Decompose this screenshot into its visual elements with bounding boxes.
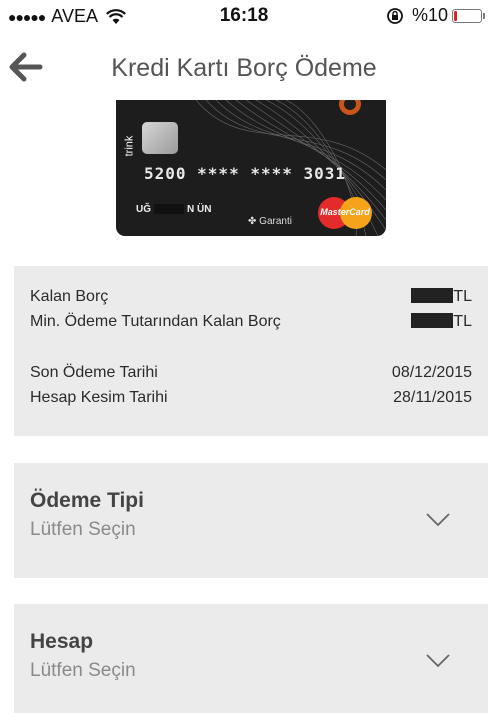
payment-type-dropdown[interactable]: Ödeme Tipi Lütfen Seçin	[14, 463, 488, 578]
status-bar: ●●●●● AVEA 16:18 %10	[0, 0, 488, 32]
statement-date-row: Hesap Kesim Tarihi 28/11/2015	[30, 389, 472, 411]
rotation-lock-icon	[387, 7, 403, 24]
battery-level	[454, 10, 457, 21]
payment-type-value: Lütfen Seçin	[30, 519, 136, 540]
battery-percentage: %10	[411, 5, 448, 25]
due-date-value: 08/12/2015	[391, 364, 472, 381]
redacted-amount	[411, 288, 454, 303]
page-title: Kredi Kartı Borç Ödeme	[111, 54, 377, 82]
card-chip	[142, 122, 178, 154]
credit-card-image: trink 5200 **** **** 3031 UĞ N ÜN ✤ Garan…	[116, 100, 386, 236]
min-payment-value: TL	[411, 313, 472, 331]
remaining-debt-row: Kalan Borç TL	[30, 288, 472, 310]
account-value: Lütfen Seçin	[30, 660, 136, 681]
redacted-block	[154, 204, 184, 215]
chevron-down-icon	[426, 654, 450, 668]
due-date-label: Son Ödeme Tarihi	[30, 364, 158, 381]
status-right: %10	[386, 5, 485, 26]
payment-type-title: Ödeme Tipi	[30, 489, 144, 512]
header: Kredi Kartı Borç Ödeme	[0, 44, 488, 92]
bank-name: ✤ Garanti	[248, 216, 292, 227]
currency-unit: TL	[453, 313, 472, 330]
remaining-debt-label: Kalan Borç	[30, 288, 109, 305]
bank-logo-icon: ✤	[248, 216, 257, 227]
redacted-amount	[411, 313, 454, 328]
account-dropdown[interactable]: Hesap Lütfen Seçin	[14, 604, 488, 713]
debt-summary-panel: Kalan Borç TL Min. Ödeme Tutarından Kala…	[14, 266, 488, 436]
card-holder-name: UĞ N ÜN	[136, 204, 211, 215]
account-title: Hesap	[30, 630, 94, 653]
bank-name-label: Garanti	[259, 216, 292, 227]
min-payment-label: Min. Ödeme Tutarından Kalan Borç	[30, 313, 281, 330]
battery-icon	[452, 8, 485, 23]
card-brand-label: trink	[123, 135, 136, 157]
card-holder-start: UĞ	[136, 204, 151, 215]
remaining-debt-value: TL	[411, 288, 472, 306]
chevron-down-icon	[426, 513, 450, 527]
mastercard-logo: MasterCard	[314, 195, 376, 231]
card-number: 5200 **** **** 3031	[144, 164, 347, 183]
currency-unit: TL	[453, 288, 472, 305]
statement-date-value: 28/11/2015	[393, 389, 472, 406]
due-date-row: Son Ödeme Tarihi 08/12/2015	[30, 364, 472, 386]
statement-date-label: Hesap Kesim Tarihi	[30, 389, 168, 406]
card-network-label: MasterCard	[320, 207, 370, 217]
min-payment-row: Min. Ödeme Tutarından Kalan Borç TL	[30, 313, 472, 335]
card-holder-end: N ÜN	[187, 204, 212, 215]
